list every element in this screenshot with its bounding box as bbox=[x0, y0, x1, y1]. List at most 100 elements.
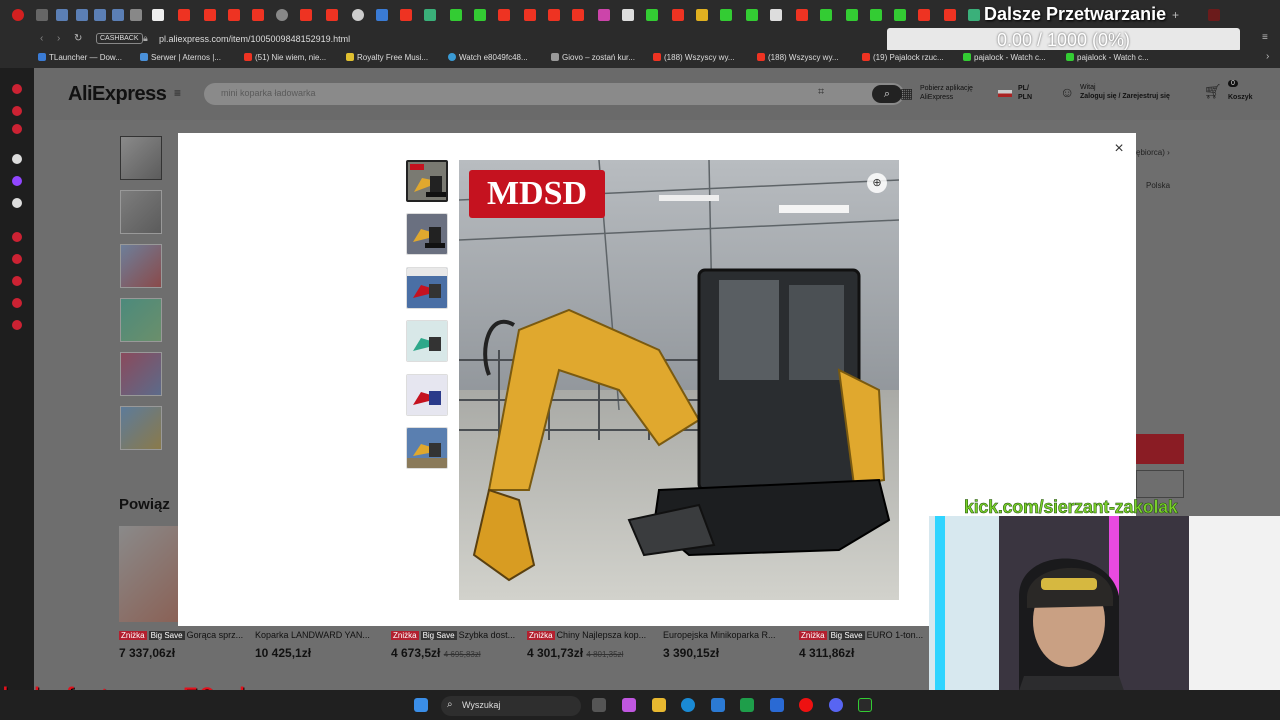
opera-logo-icon[interactable] bbox=[12, 9, 24, 21]
bookmark-item[interactable]: (188) Wszyscy wy... bbox=[757, 53, 839, 62]
kick-tab-icon[interactable] bbox=[894, 9, 906, 21]
forward-icon[interactable]: › bbox=[57, 33, 60, 44]
product-title[interactable]: Koparka LANDWARD YAN... bbox=[255, 630, 379, 640]
youtube-tab-icon[interactable] bbox=[228, 9, 240, 21]
youtube-tab-icon[interactable] bbox=[326, 9, 338, 21]
close-icon[interactable]: × bbox=[1111, 141, 1127, 157]
gallery-thumbnail[interactable] bbox=[120, 406, 162, 450]
bookmark-item[interactable]: pajalock - Watch c... bbox=[963, 53, 1046, 62]
taskbar-search[interactable]: ⌕ Wyszukaj bbox=[441, 696, 581, 716]
youtube-tab-icon[interactable] bbox=[548, 9, 560, 21]
excel-icon[interactable] bbox=[740, 698, 754, 712]
main-product-photo[interactable]: MDSD ⊕ bbox=[459, 160, 899, 600]
sidebar-app-icon[interactable] bbox=[12, 154, 22, 164]
discord-icon[interactable] bbox=[829, 698, 843, 712]
account-menu[interactable]: Witaj Zaloguj się / Zarejestruj się bbox=[1080, 83, 1170, 101]
file-explorer-icon[interactable] bbox=[652, 698, 666, 712]
edge-icon[interactable] bbox=[681, 698, 695, 712]
sidebar-app-icon[interactable] bbox=[12, 106, 22, 116]
tab-icon[interactable] bbox=[598, 9, 610, 21]
youtube-tab-icon[interactable] bbox=[204, 9, 216, 21]
tab-icon[interactable] bbox=[376, 9, 388, 21]
bookmark-item[interactable]: (19) Pajalock rzuc... bbox=[862, 53, 944, 62]
sidebar-app-icon[interactable] bbox=[12, 232, 22, 242]
taskbar-app-icon[interactable] bbox=[622, 698, 636, 712]
youtube-tab-icon[interactable] bbox=[672, 9, 684, 21]
bookmark-item[interactable]: Watch e8049fc48... bbox=[448, 53, 528, 62]
locale-selector[interactable]: PL/PLN bbox=[1018, 84, 1032, 102]
tab-icon[interactable] bbox=[130, 9, 142, 21]
kick-tab-icon[interactable] bbox=[450, 9, 462, 21]
search-input[interactable]: mini koparka ładowarka bbox=[221, 88, 316, 98]
modal-thumbnail[interactable] bbox=[406, 267, 448, 309]
add-to-cart-button[interactable] bbox=[1136, 470, 1184, 498]
cart-label[interactable]: Koszyk bbox=[1228, 94, 1253, 101]
kick-tab-icon[interactable] bbox=[646, 9, 658, 21]
modal-thumbnail[interactable] bbox=[406, 160, 448, 202]
store-icon[interactable] bbox=[711, 698, 725, 712]
product-title[interactable]: Zniżka Big Save Szybka dost... bbox=[391, 630, 515, 640]
chevron-right-icon[interactable]: › bbox=[1266, 51, 1269, 62]
product-title[interactable]: Zniżka Chiny Najlepsza kop... bbox=[527, 630, 651, 640]
gallery-thumbnail[interactable] bbox=[120, 244, 162, 288]
opera-icon[interactable] bbox=[799, 698, 813, 712]
new-tab-plus-icon[interactable]: + bbox=[1172, 9, 1184, 21]
zoom-icon[interactable]: ⊕ bbox=[867, 173, 887, 193]
obs-icon[interactable] bbox=[858, 698, 872, 712]
back-icon[interactable]: ‹ bbox=[40, 33, 43, 44]
modal-thumbnail[interactable] bbox=[406, 374, 448, 416]
tab-icon[interactable] bbox=[76, 9, 88, 21]
modal-thumbnail[interactable] bbox=[406, 320, 448, 362]
product-title[interactable]: Europejska Minikoparka R... bbox=[663, 630, 787, 640]
youtube-tab-icon[interactable] bbox=[918, 9, 930, 21]
tab-icon[interactable] bbox=[56, 9, 68, 21]
tab-icon[interactable] bbox=[276, 9, 288, 21]
x-tab-icon[interactable] bbox=[770, 9, 782, 21]
tab-icon[interactable] bbox=[300, 9, 312, 21]
youtube-tab-icon[interactable] bbox=[944, 9, 956, 21]
delivery-country[interactable]: Polska bbox=[1146, 181, 1170, 190]
x-icon[interactable] bbox=[12, 198, 22, 208]
search-button[interactable]: ⌕ bbox=[872, 85, 902, 103]
tab-icon[interactable] bbox=[36, 9, 48, 21]
taskbar-app-icon[interactable] bbox=[770, 698, 784, 712]
cart-icon[interactable]: 🛒︎ bbox=[1204, 83, 1222, 100]
cashback-badge[interactable]: CASHBACK bbox=[96, 33, 143, 44]
youtube-tab-icon[interactable] bbox=[178, 9, 190, 21]
product-title[interactable]: Zniżka Big Save Gorąca sprz... bbox=[119, 630, 243, 640]
youtube-tab-icon[interactable] bbox=[498, 9, 510, 21]
tab-icon[interactable] bbox=[94, 9, 106, 21]
buy-now-button[interactable] bbox=[1136, 434, 1184, 464]
reload-icon[interactable]: ↻ bbox=[74, 33, 82, 44]
menu-icon[interactable]: ≡ bbox=[1262, 32, 1268, 43]
tab-icon[interactable] bbox=[112, 9, 124, 21]
settings-icon[interactable] bbox=[12, 320, 22, 330]
youtube-tab-icon[interactable] bbox=[524, 9, 536, 21]
gallery-thumbnail[interactable] bbox=[120, 190, 162, 234]
search-tabs-icon[interactable] bbox=[1208, 9, 1220, 21]
tab-icon[interactable] bbox=[424, 9, 436, 21]
modal-thumbnail[interactable] bbox=[406, 427, 448, 469]
kick-tab-icon[interactable] bbox=[870, 9, 882, 21]
url-field[interactable]: pl.aliexpress.com/item/1005009848152919.… bbox=[159, 34, 350, 44]
x-tab-icon[interactable] bbox=[622, 9, 634, 21]
tab-icon[interactable] bbox=[400, 9, 412, 21]
tab-icon[interactable] bbox=[352, 9, 364, 21]
bookmark-item[interactable]: Royalty Free Musi... bbox=[346, 53, 428, 62]
kick-tab-icon[interactable] bbox=[720, 9, 732, 21]
aliexpress-logo[interactable]: AliExpress bbox=[68, 83, 167, 106]
gallery-thumbnail[interactable] bbox=[120, 352, 162, 396]
product-title[interactable]: Zniżka Big Save EURO 1-ton... bbox=[799, 630, 923, 640]
youtube-tab-icon[interactable] bbox=[252, 9, 264, 21]
windows-start-icon[interactable] bbox=[414, 698, 428, 712]
bookmark-item[interactable]: (51) Nie wiem, nie... bbox=[244, 53, 326, 62]
bookmark-item[interactable]: pajalock - Watch c... bbox=[1066, 53, 1149, 62]
sidebar-app-icon[interactable] bbox=[12, 84, 22, 94]
search-bar[interactable]: mini koparka ładowarka ⌗ ⌕ bbox=[204, 83, 904, 105]
bookmark-item[interactable]: (188) Wszyscy wy... bbox=[653, 53, 735, 62]
bookmark-item[interactable]: Serwer | Aternos |... bbox=[140, 53, 221, 62]
image-search-icon[interactable]: ⌗ bbox=[818, 86, 824, 99]
sidebar-app-icon[interactable] bbox=[12, 124, 22, 134]
download-app-link[interactable]: Pobierz aplikację AliExpress bbox=[920, 84, 973, 102]
categories-menu-icon[interactable]: ≡ bbox=[174, 86, 181, 100]
